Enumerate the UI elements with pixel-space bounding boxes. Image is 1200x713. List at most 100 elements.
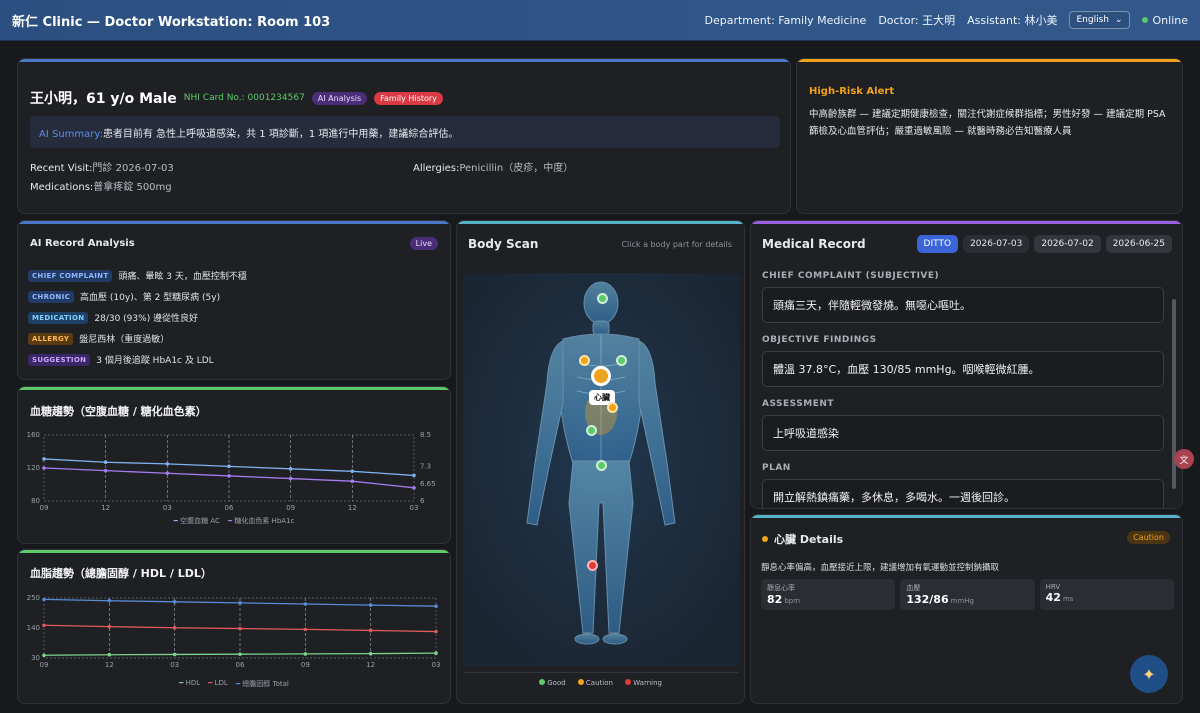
data-point <box>172 652 177 657</box>
data-point <box>412 473 416 478</box>
data-point <box>303 652 308 656</box>
metric-unit: mmHg <box>950 597 974 605</box>
recent-visit-label: Recent Visit: <box>30 163 93 174</box>
ai-assistant-fab[interactable]: ✦ <box>1130 655 1168 693</box>
language-value: English <box>1076 15 1109 25</box>
record-row-chief: CHIEF COMPLAINT 頭痛、暈眩 3 天，血壓控制不穩 <box>28 269 438 282</box>
data-point <box>42 623 46 628</box>
body-scan-legend: Good Caution Warning <box>457 679 744 687</box>
x-tick-label: 12 <box>348 504 357 512</box>
chief-complaint-field[interactable]: 頭痛三天，伴隨輕微發燒。無噁心嘔吐。 <box>762 287 1164 323</box>
medications: Medications:普拿疼錠 500mg <box>30 178 172 193</box>
y-tick-label: 160 <box>27 431 40 439</box>
body-scan-card: Body Scan Click a body part for details <box>456 220 745 704</box>
x-tick-label: 03 <box>432 661 441 669</box>
heart-marker[interactable] <box>591 366 611 386</box>
chevron-down-icon: ⌄ <box>1114 15 1123 25</box>
data-point <box>288 476 293 481</box>
data-point <box>165 471 170 476</box>
x-tick-label: 09 <box>301 661 310 669</box>
assessment-field[interactable]: 上呼吸道感染 <box>762 415 1164 451</box>
x-tick-label: 06 <box>225 504 234 512</box>
medical-record-title: Medical Record <box>762 237 866 251</box>
ai-summary-label: AI Summary: <box>39 129 103 140</box>
doctor-label: Doctor: 王大明 <box>878 14 956 27</box>
plan-field[interactable]: 開立解熱鎮痛藥，多休息，多喝水。一週後回診。 <box>762 479 1164 508</box>
data-point <box>42 597 46 602</box>
family-history-badge[interactable]: Family History <box>374 91 443 105</box>
objective-field[interactable]: 體溫 37.8°C，血壓 130/85 mmHg。咽喉輕微紅腫。 <box>762 351 1164 387</box>
data-point <box>172 600 177 604</box>
data-point <box>103 468 108 473</box>
x-tick-label: 12 <box>105 661 114 669</box>
heart-metrics: 靜息心率 82 bpm 血壓 132/86 mmHg HRV 42 ms <box>761 579 1174 610</box>
date-tab-2[interactable]: 2026-07-02 <box>1034 235 1101 253</box>
medication-text: 28/30 (93%) 遵從性良好 <box>94 314 199 324</box>
ai-analysis-badge[interactable]: AI Analysis <box>311 91 368 105</box>
lipid-legend: ━ HDL ━ LDL ━ 總膽固醇 Total <box>18 679 450 689</box>
data-point <box>107 624 112 629</box>
data-point <box>107 598 112 603</box>
legend-good: Good <box>539 679 566 687</box>
plan-label: PLAN <box>762 463 791 473</box>
chronic-text: 高血壓 (10y)、第 2 型糖尿病 (5y) <box>80 293 221 303</box>
chief-complaint-text: 頭痛、暈眩 3 天，血壓控制不穩 <box>118 272 247 282</box>
assessment-label: ASSESSMENT <box>762 399 835 409</box>
suggestion-tag: SUGGESTION <box>28 353 91 366</box>
data-point <box>42 457 46 461</box>
y2-tick-label: 6.65 <box>420 480 436 488</box>
legend-ldl: ━ LDL <box>208 679 228 687</box>
data-point <box>165 462 170 466</box>
ai-summary-text: 患者目前有 急性上呼吸道感染，共 1 項診斷，1 項進行中用藥，建議綜合評估。 <box>102 129 459 140</box>
record-row-allergy: ALLERGY 盤尼西林（重度過敏） <box>28 332 438 345</box>
suggestion-text: 3 個月後追蹤 HbA1c 及 LDL <box>96 356 214 366</box>
high-risk-alert-card: High-Risk Alert 中高齡族群 — 建議定期健康檢查，關注代謝症候群… <box>796 58 1183 214</box>
x-tick-label: 12 <box>101 504 110 512</box>
data-point <box>238 626 242 631</box>
translate-icon[interactable]: 文 <box>1174 449 1194 469</box>
recent-visit-value: 門診 2026-07-03 <box>92 163 174 174</box>
medical-record-card: Medical Record DITTO 2026-07-03 2026-07-… <box>750 220 1183 509</box>
x-tick-label: 06 <box>236 661 245 669</box>
assistant-label: Assistant: 林小美 <box>967 14 1058 27</box>
y2-tick-label: 6 <box>420 497 425 505</box>
knee-marker[interactable] <box>587 560 598 571</box>
right-chest-marker[interactable] <box>616 355 627 366</box>
x-tick-label: 03 <box>410 504 419 512</box>
status-text: Online <box>1152 13 1188 27</box>
lipid-chart: 3014025009 12 03 06 09 12 03 <box>27 594 441 669</box>
date-tab-3[interactable]: 2026-06-25 <box>1105 235 1172 253</box>
sparkle-icon: ✦ <box>1142 664 1156 684</box>
metric-label: HRV <box>1045 583 1061 591</box>
y2-tick-label: 7.3 <box>420 463 431 471</box>
data-point <box>288 467 293 471</box>
body-scan-hint: Click a body part for details <box>621 240 732 249</box>
ai-summary-box: AI Summary:患者目前有 急性上呼吸道感染，共 1 項診斷，1 項進行中… <box>30 116 780 148</box>
glucose-chart-title: 血糖趨勢（空腹血糖 / 糖化血色素） <box>30 405 207 418</box>
status-dot-icon <box>1141 17 1148 23</box>
date-tab-1[interactable]: 2026-07-03 <box>963 235 1030 253</box>
body-scan-title: Body Scan <box>468 237 539 251</box>
stomach-marker[interactable] <box>607 402 618 413</box>
data-point <box>368 628 373 633</box>
x-tick-label: 12 <box>366 661 375 669</box>
metric-label: 血壓 <box>906 584 921 592</box>
abdomen-marker[interactable] <box>596 460 607 471</box>
data-point <box>103 460 108 465</box>
nhi-number: NHI Card No.: 0001234567 <box>183 93 305 103</box>
patient-name: 王小明，61 y/o Male <box>30 91 177 107</box>
ditto-button[interactable]: DITTO <box>916 235 959 253</box>
left-chest-marker[interactable] <box>579 355 590 366</box>
liver-marker[interactable] <box>586 425 597 436</box>
y-tick-label: 120 <box>27 464 40 472</box>
head-marker[interactable] <box>597 293 608 304</box>
language-select[interactable]: English ⌄ <box>1069 11 1130 29</box>
metric-unit: bpm <box>784 597 801 605</box>
y-tick-label: 140 <box>27 624 40 632</box>
metric-hrv: HRV 42 ms <box>1039 579 1174 610</box>
data-point <box>227 474 231 478</box>
data-point <box>412 486 416 490</box>
data-point <box>434 604 438 608</box>
heart-details-card: 心臟 Details Caution 靜息心率偏高，血壓接近上限，建議增加有氧運… <box>750 514 1183 704</box>
x-tick-label: 03 <box>170 661 179 669</box>
